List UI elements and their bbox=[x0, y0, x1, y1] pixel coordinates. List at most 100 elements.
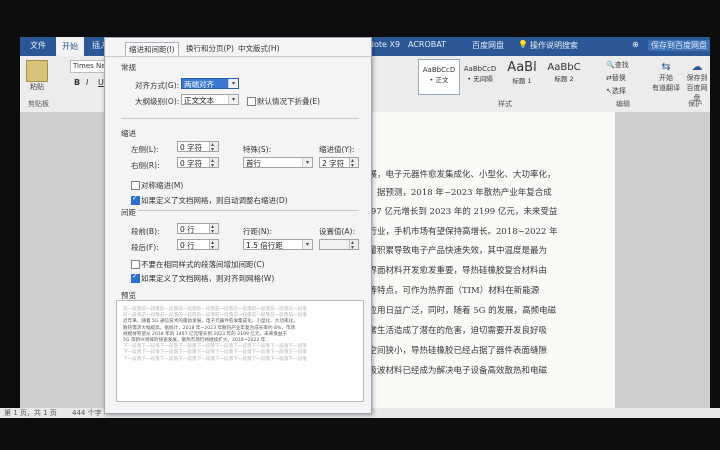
tab-acrobat[interactable]: ACROBAT bbox=[408, 40, 446, 49]
doc-line: 发展，电子元器件愈发集成化、小型化、大功率化， bbox=[360, 170, 556, 180]
indent-section-title: 缩进 bbox=[121, 129, 136, 138]
spin-arrows-icon[interactable] bbox=[209, 237, 218, 253]
chevron-down-icon: ▾ bbox=[302, 240, 312, 249]
no-space-same-style-checkbox[interactable] bbox=[131, 260, 140, 269]
preview-prev-line: 前一段落前一段落前一段落前一段落前一段落前一段落前一段落前一段落前一段落前一段落 bbox=[123, 307, 307, 312]
doc-line: 热量积累导致电子产品快速失效，其中温度是最为 bbox=[360, 246, 548, 256]
auto-adjust-indent-checkbox[interactable] bbox=[131, 194, 140, 205]
space-after-label: 段后(F): bbox=[131, 243, 159, 252]
doc-line: 日常生活造成了潜在的危害，迫切需要开发良好吸 bbox=[360, 326, 548, 336]
space-before-label: 段前(B): bbox=[131, 227, 160, 236]
left-indent-value: 0 字符 bbox=[180, 143, 203, 152]
at-label: 设置值(A): bbox=[319, 227, 356, 236]
chevron-down-icon: ▾ bbox=[228, 79, 238, 88]
special-indent-label: 特殊(S): bbox=[243, 145, 272, 154]
space-before-stepper[interactable]: 0 行 bbox=[177, 221, 219, 237]
protect-group-label: 保护 bbox=[688, 100, 702, 108]
doc-line: 热界面材料开发愈发重要，导热硅橡胶复合材料由 bbox=[360, 266, 548, 276]
chevron-down-icon: ▾ bbox=[302, 158, 312, 167]
tab-line-page-breaks[interactable]: 换行和分页(P) bbox=[183, 42, 237, 55]
doc-line: 1497 亿元增长到 2023 年的 2199 亿元，未来受益 bbox=[360, 207, 558, 217]
special-indent-value: 首行 bbox=[246, 159, 261, 168]
special-indent-select[interactable]: 首行 ▾ bbox=[243, 157, 313, 168]
bold-button[interactable]: B bbox=[74, 78, 80, 87]
preview-next-line: 下一段落下一段落下一段落下一段落下一段落下一段落下一段落下一段落下一段落下一段落 bbox=[123, 356, 307, 362]
general-section-title: 常规 bbox=[121, 63, 136, 72]
style-preview: AaBl bbox=[507, 60, 537, 75]
spin-arrows-icon[interactable] bbox=[209, 139, 218, 155]
lightbulb-icon: 💡 bbox=[518, 40, 528, 49]
auto-adjust-indent-label: 如果定义了文档网格，则自动调整右缩进(D) bbox=[141, 196, 288, 205]
paste-icon[interactable] bbox=[26, 60, 48, 82]
style-no-spacing[interactable]: AaBbCcD • 无间隔 bbox=[460, 59, 500, 93]
separator bbox=[121, 210, 359, 211]
mirror-indents-checkbox[interactable] bbox=[131, 181, 140, 190]
collapse-default-checkbox[interactable] bbox=[247, 97, 256, 106]
line-spacing-select[interactable]: 1.5 倍行距 ▾ bbox=[243, 239, 313, 250]
snap-to-grid-checkbox[interactable] bbox=[131, 272, 140, 283]
tab-divider bbox=[105, 56, 371, 57]
italic-button[interactable]: I bbox=[86, 78, 88, 87]
right-indent-value: 0 字符 bbox=[180, 159, 203, 168]
style-preview: AaBbCcD bbox=[422, 66, 456, 74]
style-name: • 正文 bbox=[429, 76, 449, 84]
at-stepper[interactable] bbox=[319, 237, 359, 253]
indent-by-stepper[interactable]: 2 字符 bbox=[319, 155, 359, 171]
tab-indent-spacing[interactable]: 缩进和间距(I) bbox=[125, 42, 179, 56]
style-heading-1[interactable]: AaBl 标题 1 bbox=[502, 59, 542, 93]
left-indent-stepper[interactable]: 0 字符 bbox=[177, 139, 219, 155]
replace-label: 替换 bbox=[611, 74, 626, 82]
tab-notex9[interactable]: Note X9 bbox=[368, 40, 400, 49]
alignment-select[interactable]: 两端对齐 ▾ bbox=[181, 78, 239, 89]
doc-line: 工等特点，可作为热界面（TIM）材料在新能源 bbox=[360, 286, 540, 296]
spin-arrows-icon[interactable] bbox=[349, 155, 358, 171]
underline-button[interactable]: U bbox=[98, 78, 104, 87]
clipboard-group-label: 剪贴板 bbox=[28, 100, 49, 108]
styles-group-label: 样式 bbox=[498, 100, 512, 108]
preview-box: 前一段落前一段落前一段落前一段落前一段落前一段落前一段落前一段落前一段落前一段落… bbox=[116, 300, 364, 402]
baidu-label-1: 保存到 bbox=[686, 74, 708, 82]
cloud-icon: ☁ bbox=[691, 60, 703, 73]
find-label: 查找 bbox=[614, 61, 629, 69]
tab-home[interactable]: 开始 bbox=[56, 37, 84, 56]
tab-asian-typography[interactable]: 中文版式(H) bbox=[235, 42, 283, 55]
alignment-label: 对齐方式(G): bbox=[135, 81, 180, 90]
outline-level-label: 大纲级别(O): bbox=[135, 97, 180, 106]
doc-line: 部空间狭小，导热硅橡胶已经占据了器件表面缝隙 bbox=[360, 346, 548, 356]
tab-file[interactable]: 文件 bbox=[30, 40, 46, 51]
separator bbox=[121, 118, 359, 119]
style-preview: AaBbCcD bbox=[463, 65, 497, 73]
share-icon[interactable]: ⊕ bbox=[632, 40, 639, 49]
outline-level-select[interactable]: 正文文本 ▾ bbox=[181, 94, 239, 105]
spacing-section-title: 间距 bbox=[121, 207, 138, 218]
style-heading-2[interactable]: AaBbC 标题 2 bbox=[544, 59, 584, 93]
replace-button[interactable]: ⇄替换 bbox=[606, 73, 626, 83]
chevron-down-icon: ▾ bbox=[228, 95, 238, 104]
style-normal[interactable]: AaBbCcD • 正文 bbox=[418, 59, 460, 95]
find-button[interactable]: 🔍查找 bbox=[606, 60, 629, 70]
left-indent-label: 左侧(L): bbox=[131, 145, 159, 154]
tell-me-search[interactable]: 操作说明搜索 bbox=[530, 40, 578, 51]
doc-line: 热吸波材料已经成为解决电子设备高效散热和电磁 bbox=[360, 366, 548, 376]
space-after-value: 0 行 bbox=[180, 241, 195, 250]
style-name: 标题 2 bbox=[554, 75, 574, 83]
youdao-translate-button[interactable]: ⇆ 开始 有道翻译 bbox=[652, 60, 680, 93]
mirror-indents-label: 对称缩进(M) bbox=[141, 181, 184, 190]
edit-group-label: 编辑 bbox=[616, 100, 630, 108]
style-preview: AaBbC bbox=[547, 62, 581, 73]
tab-baidu[interactable]: 百度网盘 bbox=[472, 40, 504, 51]
baidu-save-button[interactable]: ☁ 保存到 百度网盘 bbox=[684, 60, 710, 103]
page-count[interactable]: 第 1 页，共 1 页 bbox=[4, 408, 57, 418]
no-space-same-style-label: 不要在相同样式的段落间增加间距(C) bbox=[141, 260, 265, 269]
select-label: 选择 bbox=[611, 87, 626, 95]
spin-arrows-icon[interactable] bbox=[349, 237, 358, 253]
save-to-baidu-button[interactable]: 保存到百度网盘 bbox=[648, 40, 710, 51]
style-name: 标题 1 bbox=[512, 77, 532, 85]
paste-label: 粘贴 bbox=[30, 83, 44, 91]
right-indent-stepper[interactable]: 0 字符 bbox=[177, 155, 219, 171]
select-button[interactable]: ↖选择 bbox=[606, 86, 626, 96]
word-count[interactable]: 444 个字 bbox=[72, 408, 102, 418]
space-after-stepper[interactable]: 0 行 bbox=[177, 237, 219, 253]
spin-arrows-icon[interactable] bbox=[209, 221, 218, 237]
spin-arrows-icon[interactable] bbox=[209, 155, 218, 171]
